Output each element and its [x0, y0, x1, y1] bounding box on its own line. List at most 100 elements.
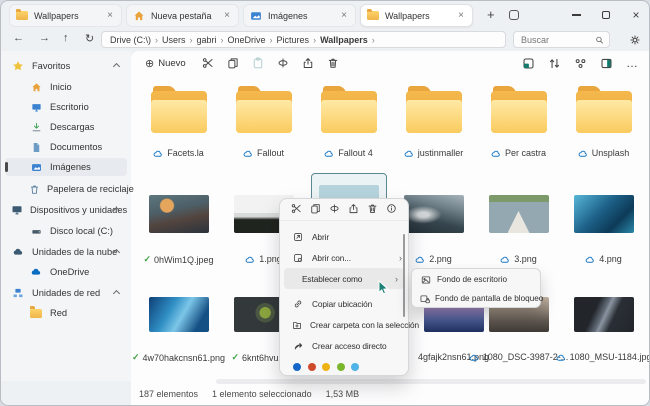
tag-blue[interactable]: [293, 362, 301, 371]
search-box[interactable]: [513, 31, 610, 48]
breadcrumb-segment[interactable]: Drive (C:\): [110, 35, 151, 45]
breadcrumb-current[interactable]: Wallpapers: [320, 35, 368, 45]
sidebar-item-onedrive[interactable]: OneDrive: [5, 263, 127, 281]
folder-item-per-castra[interactable]: Per castra: [476, 85, 561, 158]
rename-button[interactable]: [329, 201, 340, 219]
sync-check-icon: ✓: [143, 254, 151, 264]
folder-name: Facets.la: [167, 148, 204, 158]
copy-button[interactable]: [310, 201, 321, 219]
file-item[interactable]: ✓ 0hWim1Q.jpeg: [136, 195, 221, 265]
cloud-status-icon: [491, 150, 500, 157]
folder-name: Per castra: [504, 148, 546, 158]
item-label: Escritorio: [50, 102, 89, 112]
gear-icon[interactable]: [629, 34, 641, 46]
more-options-button[interactable]: …: [626, 57, 639, 69]
tag-yellow[interactable]: [322, 362, 330, 371]
back-button[interactable]: ←: [13, 32, 24, 44]
file-item[interactable]: 4.png: [561, 195, 646, 265]
up-button[interactable]: ↑: [63, 32, 69, 44]
share-button[interactable]: [302, 57, 314, 69]
sidebar-item-inicio[interactable]: Inicio: [5, 78, 127, 96]
details-pane-button[interactable]: [600, 57, 613, 70]
sidebar-item-descargas[interactable]: Descargas: [5, 118, 127, 136]
tab-imagenes[interactable]: Imágenes ×: [243, 4, 356, 27]
tab-nueva-pestana[interactable]: Nueva pestaña ×: [126, 4, 239, 27]
delete-button[interactable]: [367, 201, 378, 219]
lock-screen-background-icon: [420, 294, 430, 304]
info-button[interactable]: [386, 201, 397, 219]
cloud-status-icon: [556, 354, 565, 361]
tab-close-icon[interactable]: ×: [339, 10, 349, 21]
cut-button[interactable]: [291, 201, 302, 219]
minimize-button[interactable]: [561, 1, 591, 29]
file-item[interactable]: 3.png: [476, 195, 561, 265]
layout-view-button[interactable]: [522, 57, 535, 70]
tab-wallpapers-1[interactable]: Wallpapers ×: [9, 4, 122, 27]
tag-green[interactable]: [336, 362, 345, 371]
sidebar-section-red[interactable]: Unidades de red: [5, 284, 127, 302]
sidebar-item-disco-local[interactable]: Disco local (C:): [5, 222, 127, 240]
breadcrumb-segment[interactable]: Users: [162, 35, 186, 45]
rename-button[interactable]: [277, 57, 289, 69]
tab-close-icon[interactable]: ×: [222, 10, 232, 21]
file-item[interactable]: ✓ 4w70hakcnsn61.png: [132, 297, 225, 363]
folder-item-fallout[interactable]: Fallout: [221, 85, 306, 158]
folder-item-facets[interactable]: Facets.la: [136, 85, 221, 158]
menu-item-label: Copiar ubicación: [312, 298, 373, 309]
chevron-up-icon[interactable]: [112, 289, 121, 298]
horizontal-scrollbar[interactable]: [216, 379, 646, 384]
maximize-button[interactable]: [591, 1, 621, 29]
breadcrumb-segment[interactable]: gabri: [197, 35, 217, 45]
chevron-up-icon[interactable]: [112, 62, 121, 71]
sort-button[interactable]: [548, 57, 561, 70]
folder-item-justinmaller[interactable]: justinmaller: [391, 85, 476, 158]
sidebar-item-red[interactable]: Red: [5, 304, 127, 322]
close-button[interactable]: ×: [621, 1, 649, 29]
tab-wallpapers-active[interactable]: Wallpapers ×: [360, 4, 473, 27]
scissors-icon: [202, 58, 213, 68]
tab-actions-icon[interactable]: [509, 10, 519, 20]
cloud-status-icon: [324, 150, 333, 157]
new-tab-button[interactable]: +: [487, 7, 495, 22]
tag-red[interactable]: [307, 362, 316, 371]
menu-item-crear-acceso-directo[interactable]: Crear acceso directo: [280, 335, 408, 356]
breadcrumb-segment[interactable]: OneDrive: [228, 35, 266, 45]
file-item[interactable]: 1080_MSU-1184.jpg: [556, 297, 649, 363]
sidebar-item-papelera[interactable]: Papelera de reciclaje: [5, 180, 134, 198]
tab-close-icon[interactable]: ×: [456, 10, 466, 21]
forward-button[interactable]: →: [39, 32, 50, 44]
menu-item-abrir-con[interactable]: Abrir con... ›: [280, 247, 408, 268]
search-input[interactable]: [519, 33, 595, 46]
sidebar-item-imagenes[interactable]: Imágenes: [5, 158, 127, 176]
refresh-button[interactable]: ↻: [85, 32, 94, 45]
menu-item-copiar-ubicacion[interactable]: Copiar ubicación: [280, 293, 408, 314]
sidebar-item-documentos[interactable]: Documentos: [5, 138, 127, 156]
share-button[interactable]: [348, 201, 359, 219]
menu-item-abrir[interactable]: Abrir: [280, 226, 408, 247]
sidebar-item-escritorio[interactable]: Escritorio: [5, 98, 127, 116]
menu-scrollbar[interactable]: [402, 234, 405, 317]
submenu-item-fondo-bloqueo[interactable]: Fondo de pantalla de bloqueo: [412, 289, 543, 308]
tab-close-icon[interactable]: ×: [105, 10, 115, 21]
address-bar: ← → ↑ ↻ Drive (C:\) › Users › gabri › OneDr…: [1, 29, 649, 51]
sidebar-section-dispositivos[interactable]: Dispositivos y unidades: [5, 201, 127, 219]
tag-cyan[interactable]: [351, 362, 359, 371]
new-button[interactable]: ⊕ Nuevo: [139, 54, 192, 73]
folder-item-unsplash[interactable]: Unsplash: [561, 85, 646, 158]
sidebar-section-nube[interactable]: Unidades de la nube: [5, 243, 127, 261]
paste-button[interactable]: [252, 57, 264, 69]
copy-button[interactable]: [227, 57, 239, 69]
delete-button[interactable]: [327, 57, 339, 69]
folder-item-fallout4[interactable]: Fallout 4: [306, 85, 391, 158]
cut-button[interactable]: [202, 57, 214, 69]
menu-item-crear-carpeta[interactable]: Crear carpeta con la selección: [280, 314, 419, 335]
cloud-status-icon: [243, 150, 252, 157]
sidebar-section-favoritos[interactable]: Favoritos: [5, 57, 127, 75]
menu-item-label: Crear carpeta con la selección: [310, 319, 420, 330]
tab-label: Imágenes: [268, 10, 308, 21]
breadcrumb[interactable]: Drive (C:\) › Users › gabri › OneDrive › Pic…: [101, 31, 506, 48]
submenu-item-fondo-escritorio[interactable]: Fondo de escritorio: [412, 270, 540, 289]
group-button[interactable]: [574, 57, 587, 70]
scissors-icon: [291, 203, 301, 213]
breadcrumb-segment[interactable]: Pictures: [277, 35, 310, 45]
